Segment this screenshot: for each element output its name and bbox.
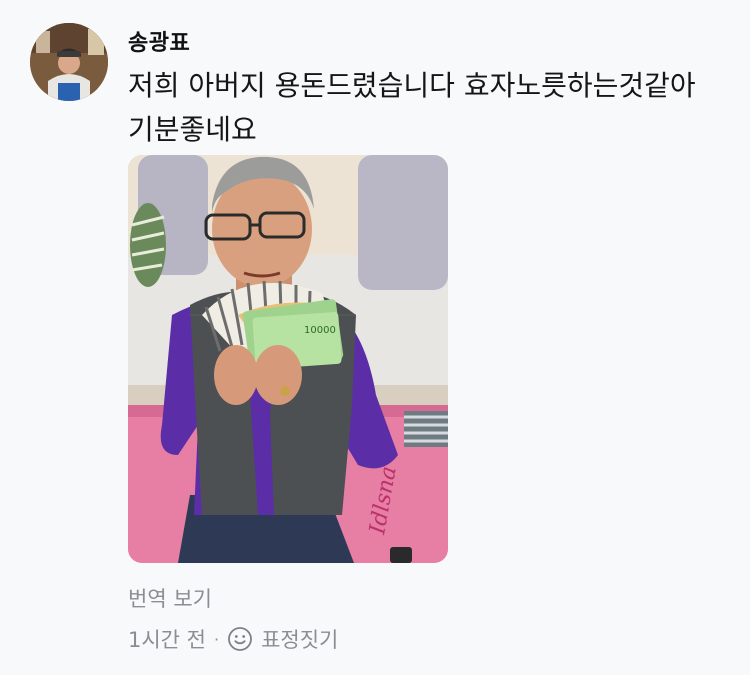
comment-text: 저희 아버지 용돈드렸습니다 효자노릇하는것같아 기분좋네요 xyxy=(128,69,696,146)
comment-meta: 1시간 전 · 표정짓기 xyxy=(128,624,338,654)
separator-dot: · xyxy=(214,629,220,649)
timestamp: 1시간 전 xyxy=(128,628,206,652)
author-name[interactable]: 송광표 xyxy=(128,25,190,57)
avatar[interactable] xyxy=(30,23,108,101)
smiley-icon[interactable] xyxy=(227,626,253,652)
svg-text:10000: 10000 xyxy=(304,325,336,336)
comment-item: 송광표 저희 아버지 용돈드렸습니다 효자노릇하는것같아 기분좋네요 Idlsn… xyxy=(0,0,750,675)
react-button[interactable]: 표정짓기 xyxy=(261,624,338,654)
translate-link[interactable]: 번역 보기 xyxy=(128,583,212,613)
attached-photo[interactable]: Idlsna 10000 xyxy=(128,155,448,563)
